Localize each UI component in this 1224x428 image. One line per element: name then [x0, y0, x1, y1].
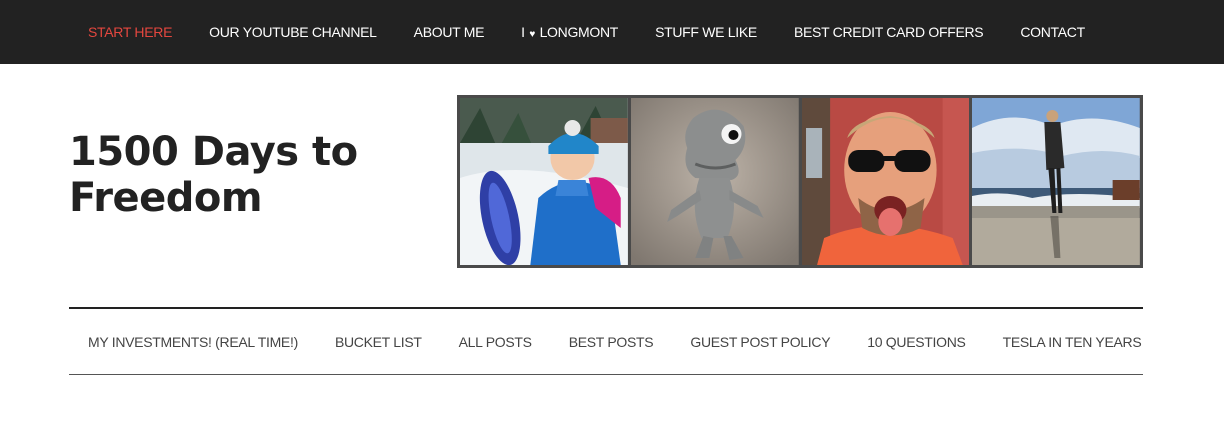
- header-photo-strip: [457, 95, 1143, 268]
- heart-icon: ♥: [529, 29, 535, 40]
- nav-start-here[interactable]: START HERE: [88, 24, 172, 40]
- nav-10-questions[interactable]: 10 QUESTIONS: [867, 334, 966, 350]
- nav-youtube-channel[interactable]: OUR YOUTUBE CHANNEL: [209, 24, 377, 40]
- nav-i-love-longmont-prefix: I: [521, 24, 525, 40]
- top-navigation: START HERE OUR YOUTUBE CHANNEL ABOUT ME …: [0, 0, 1224, 64]
- nav-contact[interactable]: CONTACT: [1020, 24, 1085, 40]
- site-title[interactable]: 1500 Days to Freedom: [69, 129, 399, 221]
- nav-i-love-longmont-suffix: LONGMONT: [539, 24, 619, 40]
- nav-guest-post-policy[interactable]: GUEST POST POLICY: [690, 334, 830, 350]
- nav-tesla-in-ten-years[interactable]: TESLA IN TEN YEARS: [1003, 334, 1142, 350]
- photo-toy-dinosaur: [630, 98, 799, 265]
- nav-stuff-we-like[interactable]: STUFF WE LIKE: [655, 24, 757, 40]
- nav-i-love-longmont[interactable]: I ♥ LONGMONT: [521, 24, 618, 40]
- secondary-navigation: MY INVESTMENTS! (REAL TIME!) BUCKET LIST…: [69, 307, 1143, 375]
- photo-woman-on-beach: [972, 98, 1140, 265]
- nav-best-posts[interactable]: BEST POSTS: [569, 334, 654, 350]
- nav-bucket-list[interactable]: BUCKET LIST: [335, 334, 422, 350]
- photo-girl-with-sled: [460, 98, 628, 265]
- nav-all-posts[interactable]: ALL POSTS: [459, 334, 532, 350]
- nav-about-me[interactable]: ABOUT ME: [414, 24, 485, 40]
- nav-best-credit-card-offers[interactable]: BEST CREDIT CARD OFFERS: [794, 24, 984, 40]
- nav-my-investments[interactable]: MY INVESTMENTS! (REAL TIME!): [88, 334, 298, 350]
- photo-man-with-sunglasses: [801, 98, 970, 265]
